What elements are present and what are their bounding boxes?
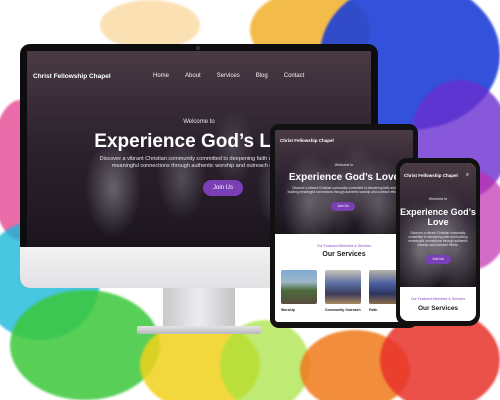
- hamburger-icon[interactable]: ≡: [466, 173, 471, 178]
- services-title: Our Services: [417, 305, 459, 312]
- service-card-worship[interactable]: Worship: [281, 270, 317, 312]
- service-image: [281, 270, 317, 304]
- hero-title: Experience God’s Love: [400, 207, 476, 228]
- phone-device: Christ Fellowship Chapel ≡ Welcome to Ex…: [396, 158, 480, 326]
- site-brand[interactable]: Christ Fellowship Chapel: [404, 173, 458, 178]
- webcam-icon: [196, 46, 200, 50]
- phone-hero: Christ Fellowship Chapel ≡ Welcome to Ex…: [400, 163, 476, 287]
- hero-welcome: Welcome to: [334, 163, 354, 167]
- services-title: Our Services: [322, 251, 366, 258]
- nav-home[interactable]: Home: [153, 73, 169, 79]
- hero-title: Experience God’s Love: [288, 172, 400, 183]
- site-brand[interactable]: Christ Fellowship Chapel: [280, 138, 334, 143]
- join-us-button[interactable]: Join Us: [331, 202, 355, 211]
- desktop-nav: Home About Services Blog Contact: [153, 73, 304, 79]
- service-card-outreach[interactable]: Community Outreach: [325, 270, 361, 312]
- nav-contact[interactable]: Contact: [284, 73, 305, 79]
- hero-subtitle: Discover a vibrant Christian community c…: [408, 231, 468, 248]
- services-section: Our Featured Ministries & Services Our S…: [400, 287, 476, 321]
- tablet-screen: Christ Fellowship Chapel Welcome to Expe…: [275, 130, 413, 322]
- monitor-stand-neck: [163, 288, 235, 328]
- hero-welcome: Welcome to: [428, 197, 448, 201]
- service-label: Worship: [281, 308, 295, 312]
- phone-screen: Christ Fellowship Chapel ≡ Welcome to Ex…: [400, 163, 476, 321]
- nav-about[interactable]: About: [185, 73, 201, 79]
- join-us-button[interactable]: Join Us: [425, 255, 451, 264]
- services-kicker: Our Featured Ministries & Services: [316, 244, 372, 248]
- service-label: Community Outreach: [325, 308, 361, 312]
- service-cards: Worship Community Outreach Faith: [281, 270, 405, 312]
- tablet-hero: Christ Fellowship Chapel Welcome to Expe…: [275, 130, 413, 234]
- hero-subtitle: Discover a vibrant Christian community c…: [287, 186, 401, 195]
- monitor-stand-foot: [137, 326, 261, 334]
- nav-services[interactable]: Services: [217, 73, 240, 79]
- nav-blog[interactable]: Blog: [256, 73, 268, 79]
- site-brand[interactable]: Christ Fellowship Chapel: [33, 73, 111, 80]
- service-image: [325, 270, 361, 304]
- services-kicker: Our Featured Ministries & Services: [410, 297, 466, 301]
- services-section: Our Featured Ministries & Services Our S…: [275, 234, 413, 322]
- join-us-button[interactable]: Join Us: [203, 180, 243, 196]
